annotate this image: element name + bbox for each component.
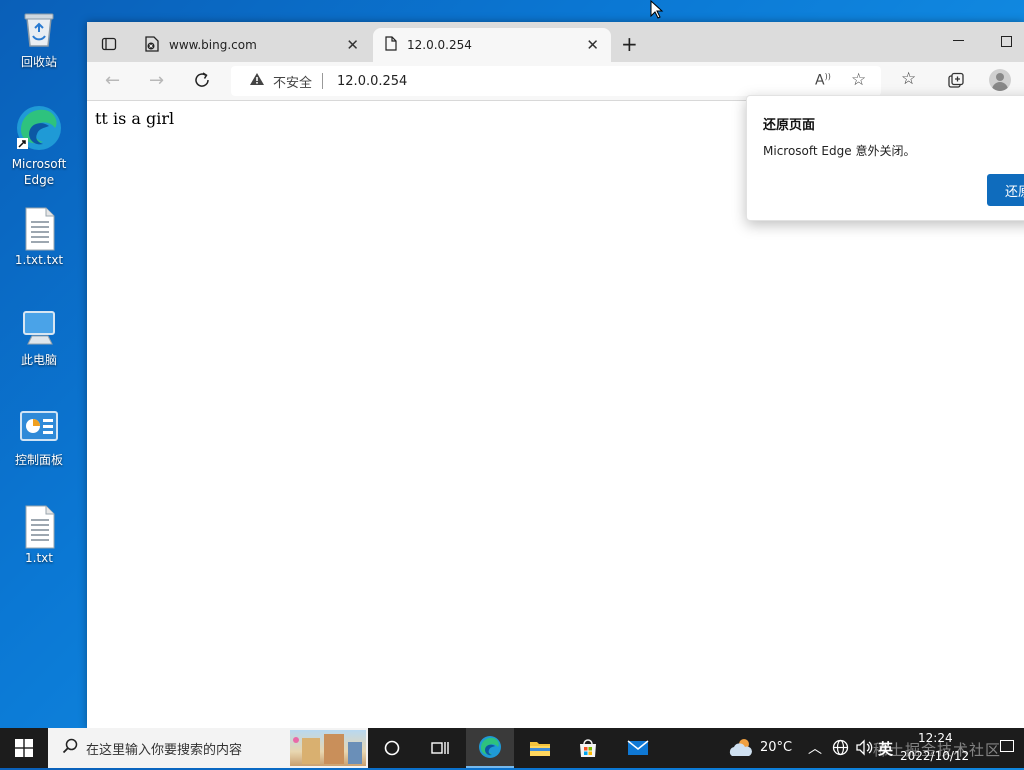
address-divider	[322, 73, 324, 89]
weather-icon[interactable]	[728, 736, 754, 762]
desktop-icon-edge[interactable]: Microsoft Edge	[8, 104, 70, 188]
security-label[interactable]: 不安全	[273, 72, 312, 91]
edge-browser-window: www.bing.com ✕ 12.0.0.254 ✕ + ← → 不安全 12…	[87, 22, 1024, 728]
search-placeholder: 在这里输入你要搜索的内容	[86, 742, 243, 758]
task-view-icon	[431, 742, 449, 754]
new-tab-icon[interactable]: +	[621, 32, 638, 56]
computer-icon	[18, 306, 60, 348]
mouse-cursor-icon	[650, 0, 664, 24]
network-globe-icon[interactable]	[832, 739, 849, 760]
text-file-icon	[18, 206, 60, 251]
control-panel-icon	[18, 406, 60, 448]
cortana-circle-icon	[384, 740, 400, 756]
watermark-text: 稀土掘金技术社区	[873, 741, 1002, 759]
store-icon	[580, 739, 596, 757]
desktop-icon-label: 控制面板	[14, 453, 63, 467]
task-switch-button[interactable]	[416, 728, 464, 768]
tab-12-0-0-254[interactable]: 12.0.0.254 ✕	[373, 28, 611, 62]
taskbar-search-box[interactable]: 在这里输入你要搜索的内容	[48, 728, 368, 768]
refresh-icon[interactable]	[193, 71, 211, 93]
tab-title: www.bing.com	[169, 38, 257, 52]
add-favorite-icon[interactable]: ☆	[851, 70, 866, 90]
url-text[interactable]: 12.0.0.254	[337, 74, 407, 89]
desktop-icon-1-txt-txt[interactable]: 1.txt.txt	[8, 206, 70, 268]
recycle-bin-icon	[18, 8, 60, 50]
desktop-icon-label: 回收站	[20, 55, 57, 69]
desktop-icon-recycle-bin[interactable]: 回收站	[8, 8, 70, 70]
search-highlight-illustration-icon	[290, 730, 366, 766]
tab-actions-icon[interactable]	[101, 36, 117, 56]
back-icon[interactable]: ←	[105, 70, 120, 91]
read-aloud-icon[interactable]: A))	[815, 72, 831, 89]
close-tab-icon[interactable]: ✕	[586, 36, 599, 54]
start-button[interactable]	[0, 728, 48, 768]
desktop-icon-label: 1.txt	[25, 551, 53, 565]
desktop-icon-control-panel[interactable]: 控制面板	[8, 406, 70, 468]
desktop-icon-label: 1.txt.txt	[14, 253, 64, 267]
maximize-icon[interactable]	[1001, 36, 1012, 47]
profile-avatar[interactable]	[989, 69, 1011, 91]
forward-icon[interactable]: →	[149, 70, 164, 91]
collections-icon[interactable]	[947, 72, 965, 94]
page-icon	[385, 36, 397, 54]
weather-temperature[interactable]: 20°C	[760, 740, 792, 755]
desktop-icon-label: 此电脑	[20, 353, 57, 367]
desktop-icon-this-pc[interactable]: 此电脑	[8, 306, 70, 368]
taskbar-file-explorer-button[interactable]	[516, 728, 564, 768]
show-hidden-icons-chevron-icon[interactable]: ︿	[808, 738, 822, 758]
task-view-button[interactable]	[368, 728, 416, 768]
page-body-text: tt is a girl	[95, 109, 175, 128]
close-tab-icon[interactable]: ✕	[346, 36, 359, 54]
taskbar: 在这里输入你要搜索的内容 20°C ︿ 英 12:24 2022/10/12 稀…	[0, 728, 1024, 768]
mail-icon	[627, 740, 649, 755]
taskbar-store-button[interactable]	[564, 728, 612, 768]
address-bar[interactable]: 不安全 12.0.0.254 A)) ☆	[231, 66, 881, 96]
edge-icon	[479, 736, 501, 758]
edge-icon	[15, 104, 63, 152]
folder-icon	[530, 742, 550, 756]
popup-message: Microsoft Edge 意外关闭。	[763, 144, 916, 158]
tab-title: 12.0.0.254	[407, 38, 472, 52]
minimize-icon[interactable]	[953, 40, 964, 41]
tab-bing[interactable]: www.bing.com ✕	[137, 28, 371, 62]
desktop-icon-label: Microsoft Edge	[11, 157, 67, 187]
favorites-icon[interactable]: ☆	[901, 69, 916, 89]
desktop-icon-1-txt[interactable]: 1.txt	[8, 504, 70, 566]
restore-button[interactable]: 还原	[987, 174, 1024, 206]
taskbar-mail-button[interactable]	[614, 728, 662, 768]
restore-button-label: 还原	[1005, 184, 1024, 200]
broken-page-icon	[145, 35, 159, 55]
windows-logo-icon	[15, 739, 33, 757]
tab-bar: www.bing.com ✕ 12.0.0.254 ✕ +	[87, 22, 1024, 62]
text-file-icon	[18, 504, 60, 549]
taskbar-edge-button[interactable]	[466, 728, 514, 768]
notification-center-icon[interactable]	[1000, 740, 1014, 752]
restore-pages-popup: 还原页面 Microsoft Edge 意外关闭。 还原	[746, 95, 1024, 221]
popup-title: 还原页面	[763, 118, 816, 133]
search-icon	[62, 738, 78, 758]
volume-icon[interactable]	[856, 739, 874, 760]
warning-icon	[249, 72, 265, 90]
